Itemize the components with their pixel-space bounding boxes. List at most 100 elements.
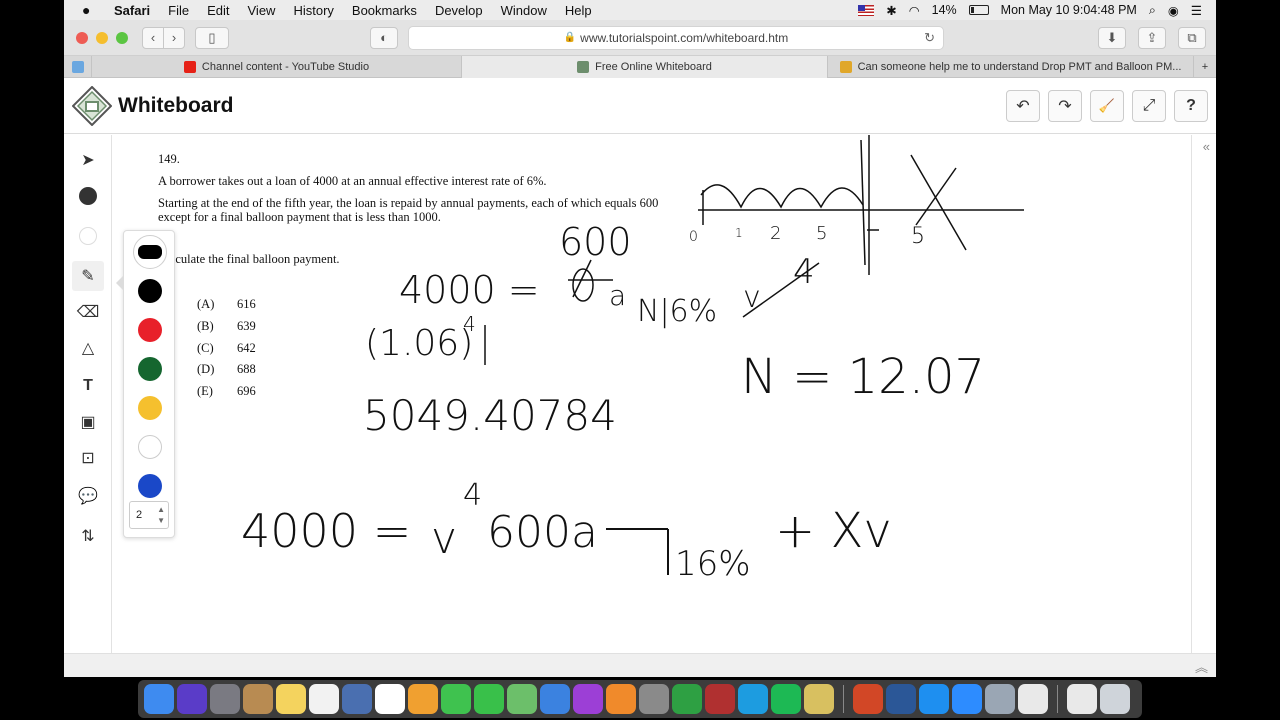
stroke-color-button[interactable] (72, 181, 104, 211)
right-panel: « (1191, 135, 1216, 653)
ink-600: 600 (559, 220, 632, 264)
dock-spotify-icon[interactable] (771, 684, 801, 714)
text-tool-button[interactable]: T (72, 371, 104, 401)
menu-file[interactable]: File (168, 3, 189, 18)
tab-whiteboard[interactable]: Free Online Whiteboard (462, 56, 828, 78)
dock-safari-icon[interactable] (919, 684, 949, 714)
menu-edit[interactable]: Edit (207, 3, 229, 18)
tutorialspoint-logo-icon[interactable] (72, 85, 112, 126)
tool-sidebar: ➤ ✎ ⌫ △ T ▣ ⊡ 💬 ⇅ (64, 135, 112, 653)
stepper-arrows-icon[interactable]: ▲ ▼ (157, 504, 165, 526)
dock-keynote-icon[interactable] (540, 684, 570, 714)
menu-app-name[interactable]: Safari (114, 3, 150, 18)
dock-word-icon[interactable] (886, 684, 916, 714)
swatch-current[interactable] (138, 245, 162, 259)
image-tool-button[interactable]: ▣ (72, 407, 104, 437)
dock-launchpad-icon[interactable] (210, 684, 240, 714)
dock-app-green-icon[interactable] (672, 684, 702, 714)
sidebar-toggle-button[interactable]: ▯ (195, 26, 229, 49)
pinned-tab[interactable] (64, 56, 92, 78)
menu-history[interactable]: History (293, 3, 333, 18)
dock-system-preferences-icon[interactable] (639, 684, 669, 714)
privacy-shield-button[interactable]: ◐ (370, 26, 398, 49)
help-button[interactable]: ? (1174, 90, 1208, 122)
swatch-green[interactable] (138, 357, 162, 381)
fullscreen-button[interactable]: ⤢ (1132, 90, 1166, 122)
siri-icon[interactable]: ◉ (1168, 3, 1179, 18)
dock-skype-icon[interactable] (738, 684, 768, 714)
dock-zoom-icon[interactable] (952, 684, 982, 714)
dock-downloads-icon[interactable] (1067, 684, 1097, 714)
pen-tool-button[interactable]: ✎ (72, 261, 104, 291)
dock-powerpoint-icon[interactable] (853, 684, 883, 714)
tab-overview-button[interactable]: ⧉ (1178, 26, 1206, 49)
dock-messages-icon[interactable] (441, 684, 471, 714)
new-tab-button[interactable]: + (1194, 56, 1216, 78)
reload-icon[interactable]: ↻ (924, 30, 935, 46)
dock-finder-icon[interactable] (144, 684, 174, 714)
swatch-red[interactable] (138, 318, 162, 342)
image-upload-button[interactable]: ⊡ (72, 443, 104, 473)
menu-develop[interactable]: Develop (435, 3, 483, 18)
dock-chrome-icon[interactable] (1018, 684, 1048, 714)
apple-menu-icon[interactable]: ● (82, 2, 100, 18)
bluetooth-icon[interactable]: ✱ (886, 3, 896, 18)
menu-view[interactable]: View (248, 3, 276, 18)
input-source-flag-icon[interactable] (858, 4, 875, 16)
dock-calendar-icon[interactable] (375, 684, 405, 714)
address-bar[interactable]: 🔒 www.tutorialspoint.com/whiteboard.htm … (408, 25, 944, 50)
pinned-tab-favicon-icon (71, 61, 84, 73)
minimize-window-button[interactable] (96, 31, 108, 44)
dock-trash-icon[interactable] (1100, 684, 1130, 714)
stroke-size-stepper[interactable]: 2 ▲ ▼ (129, 501, 169, 529)
downloads-button[interactable]: ⬇ (1098, 26, 1126, 49)
dock-contacts-icon[interactable] (243, 684, 273, 714)
spotlight-search-icon[interactable]: ⌕ (1149, 3, 1156, 18)
arrange-tool-button[interactable]: ⇅ (72, 521, 104, 551)
dock-mission-control-icon[interactable] (342, 684, 372, 714)
undo-button[interactable]: ↶ (1006, 90, 1040, 122)
wifi-icon[interactable]: ◠ (909, 3, 920, 18)
text-icon: T (83, 377, 93, 394)
fill-color-button[interactable] (72, 221, 104, 251)
dock-photos-icon[interactable] (408, 684, 438, 714)
notification-center-icon[interactable]: ☰ (1191, 3, 1202, 18)
swatch-white[interactable] (138, 435, 162, 459)
shapes-tool-button[interactable]: △ (72, 333, 104, 363)
clear-board-button[interactable]: 🧹 (1090, 90, 1124, 122)
dock-preview-icon[interactable] (985, 684, 1015, 714)
dock-podcasts-icon[interactable] (573, 684, 603, 714)
menubar-clock[interactable]: Mon May 10 9:04:48 PM (1001, 3, 1137, 17)
back-button[interactable]: ‹ (142, 26, 164, 49)
zoom-window-button[interactable] (116, 31, 128, 44)
whiteboard-canvas[interactable]: 149. A borrower takes out a loan of 4000… (113, 135, 1191, 653)
swatch-black[interactable] (138, 279, 162, 303)
redo-button[interactable]: ↷ (1048, 90, 1082, 122)
ink-exp-4: 4 (793, 252, 815, 292)
forward-button[interactable]: › (163, 26, 185, 49)
tab-youtube-studio[interactable]: Channel content - YouTube Studio (92, 56, 462, 78)
collapse-panel-icon[interactable]: « (1203, 139, 1210, 154)
battery-icon[interactable] (968, 5, 989, 15)
share-button[interactable]: ⇪ (1138, 26, 1166, 49)
dock-reminders-icon[interactable] (309, 684, 339, 714)
menu-bookmarks[interactable]: Bookmarks (352, 3, 417, 18)
close-window-button[interactable] (76, 31, 88, 44)
eraser-tool-button[interactable]: ⌫ (72, 297, 104, 327)
dock-facetime-icon[interactable] (474, 684, 504, 714)
dock-archive-icon[interactable] (804, 684, 834, 714)
dock-dictionary-icon[interactable] (705, 684, 735, 714)
dock-books-icon[interactable] (606, 684, 636, 714)
dock-notes-icon[interactable] (276, 684, 306, 714)
select-tool-button[interactable]: ➤ (72, 145, 104, 175)
ink-plus-xv: + Xv (775, 503, 892, 559)
dock-siri-icon[interactable] (177, 684, 207, 714)
dock-maps-icon[interactable] (507, 684, 537, 714)
tab-drop-pmt-question[interactable]: Can someone help me to understand Drop P… (828, 56, 1194, 78)
menu-help[interactable]: Help (565, 3, 592, 18)
swatch-yellow[interactable] (138, 396, 162, 420)
comment-tool-button[interactable]: 💬 (72, 481, 104, 511)
swatch-blue[interactable] (138, 474, 162, 498)
menu-window[interactable]: Window (501, 3, 547, 18)
expand-bottom-icon[interactable]: ︽ (1195, 657, 1208, 676)
